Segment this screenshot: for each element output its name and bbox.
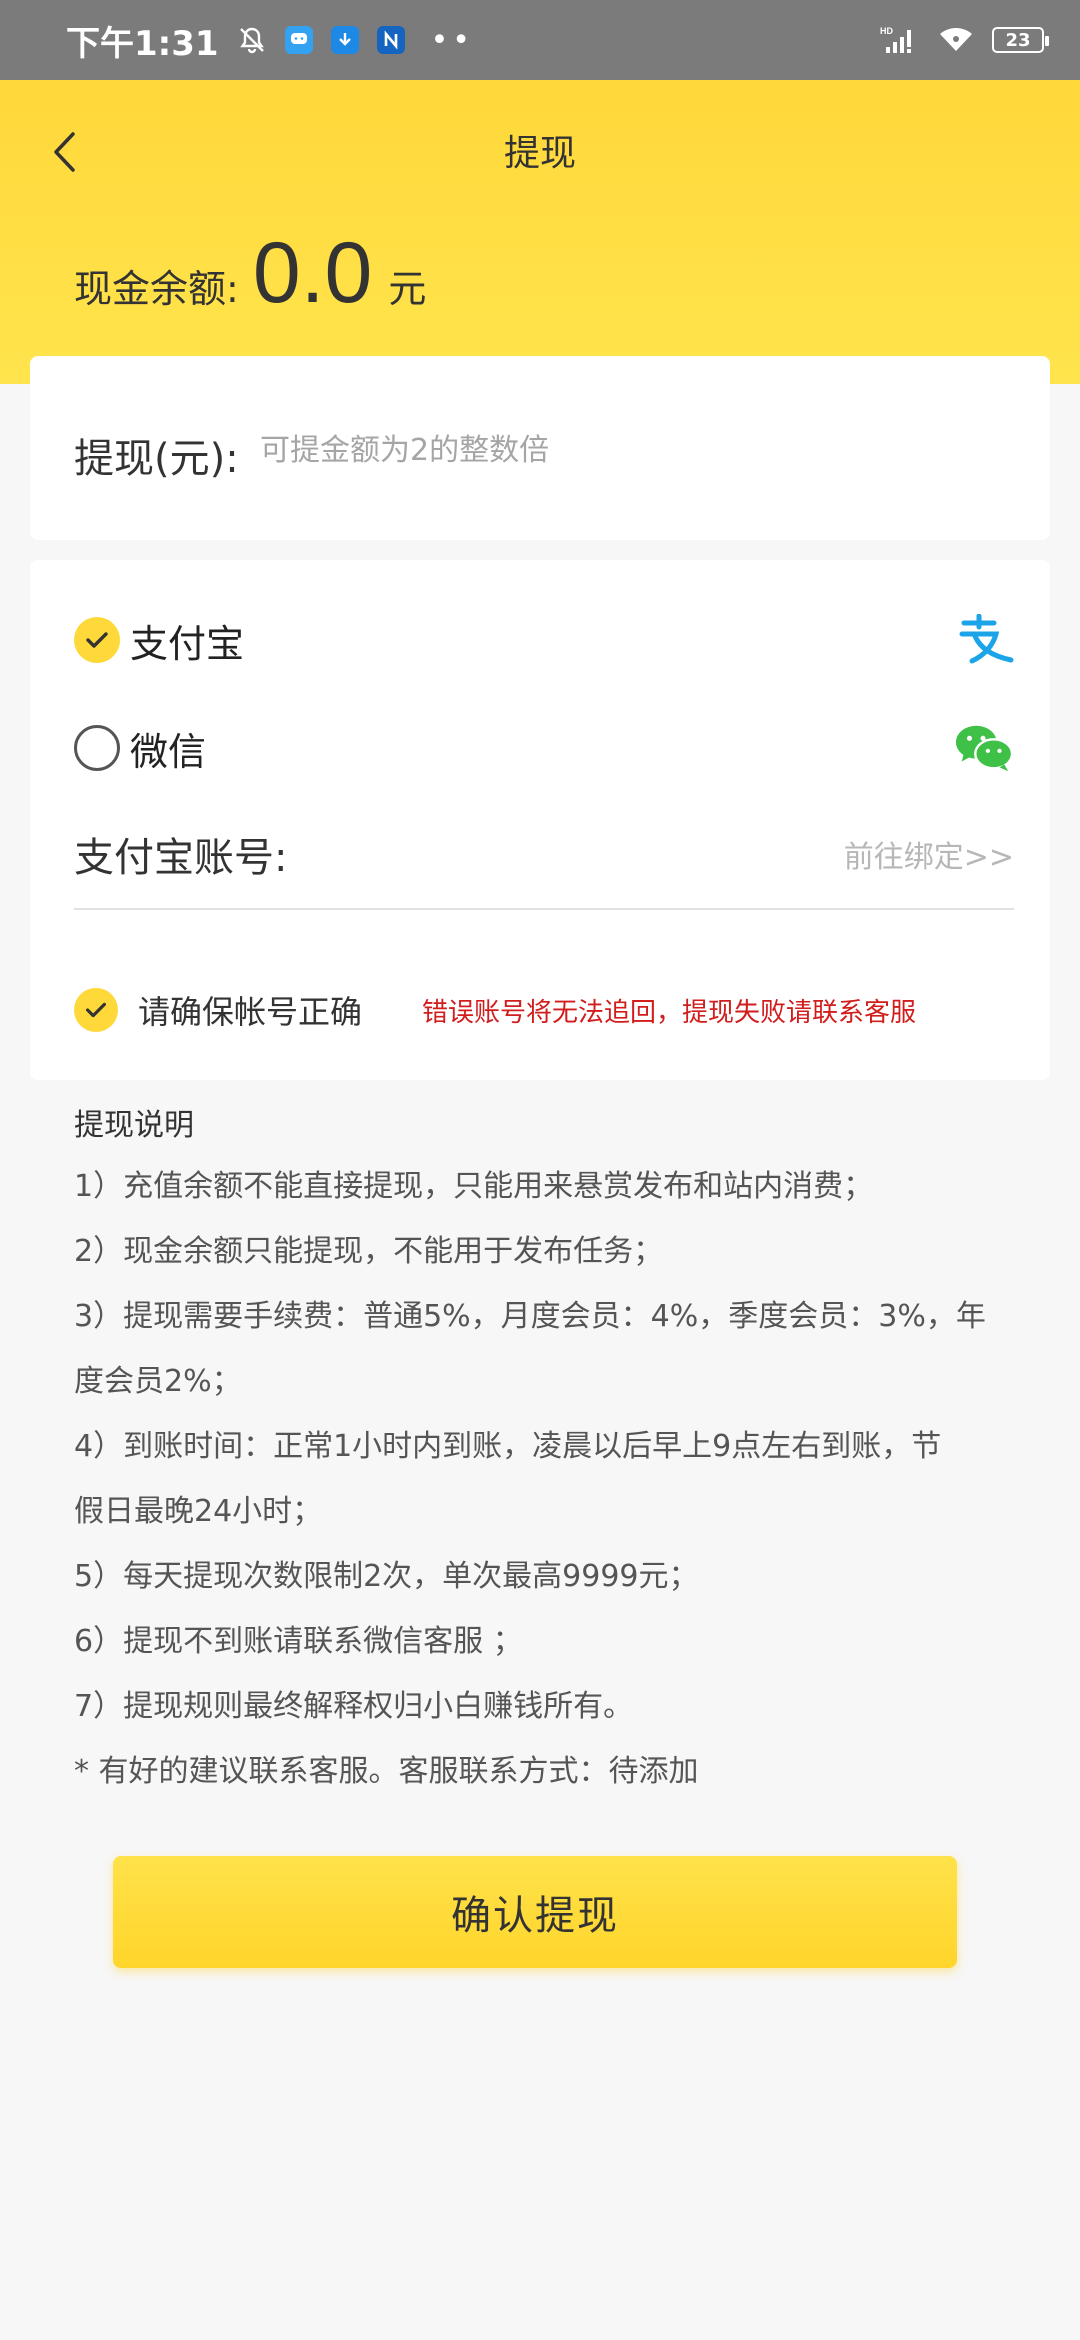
svg-text:HD: HD bbox=[880, 26, 893, 36]
confirm-withdraw-button[interactable]: 确认提现 bbox=[113, 1856, 957, 1968]
header: 提现 现金余额: 0.0 元 bbox=[0, 80, 1080, 384]
chat-app-icon bbox=[284, 26, 313, 54]
status-icons-left: •• bbox=[237, 23, 474, 58]
battery-icon: 23 bbox=[992, 27, 1049, 53]
status-time: 下午1:31 bbox=[66, 23, 219, 64]
check-icon bbox=[86, 1002, 106, 1018]
account-label: 支付宝账号: bbox=[74, 835, 288, 881]
wifi-icon bbox=[938, 25, 974, 55]
payment-card: 支付宝 微信 支付宝账号: 前往绑定>> 请确保帐号正确 错误账号将无法追回，提… bbox=[30, 560, 1050, 1080]
note-item: 7）提现规则最终解释权归小白赚钱所有。 bbox=[74, 1689, 634, 1724]
note-item: 度会员2%； bbox=[74, 1364, 242, 1399]
balance-unit: 元 bbox=[388, 267, 427, 311]
page-title: 提现 bbox=[503, 133, 576, 174]
check-icon bbox=[86, 632, 108, 648]
download-icon bbox=[330, 26, 359, 54]
more-notifications-icon: •• bbox=[430, 22, 474, 58]
amount-card: 提现(元): bbox=[30, 356, 1050, 540]
balance-value: 0.0 bbox=[252, 225, 373, 321]
note-item: 4）到账时间：正常1小时内到账，凌晨以后早上9点左右到账，节 bbox=[74, 1429, 942, 1464]
status-icons-right: HD 23 bbox=[880, 25, 1049, 55]
confirm-row: 请确保帐号正确 错误账号将无法追回，提现失败请联系客服 bbox=[74, 980, 1014, 1040]
note-item: 5）每天提现次数限制2次，单次最高9999元； bbox=[74, 1559, 699, 1594]
balance-row: 现金余额: 0.0 元 bbox=[74, 230, 426, 316]
alipay-radio-checked[interactable] bbox=[74, 617, 120, 663]
confirm-warning: 错误账号将无法追回，提现失败请联系客服 bbox=[422, 997, 917, 1028]
wechat-icon bbox=[954, 718, 1014, 778]
amount-input[interactable] bbox=[260, 422, 1000, 478]
alipay-icon bbox=[954, 610, 1014, 670]
confirm-checkbox[interactable] bbox=[74, 988, 118, 1032]
account-row: 支付宝账号: 前往绑定>> bbox=[74, 800, 1014, 910]
note-item: 3）提现需要手续费：普通5%，月度会员：4%，季度会员：3%，年 bbox=[74, 1299, 986, 1334]
note-item: 6）提现不到账请联系微信客服 ； bbox=[74, 1624, 523, 1659]
note-item: 1）充值余额不能直接提现，只能用来悬赏发布和站内消费； bbox=[74, 1169, 874, 1204]
wechat-label: 微信 bbox=[130, 729, 207, 774]
signal-icon: HD bbox=[880, 25, 920, 55]
note-item: * 有好的建议联系客服。客服联系方式：待添加 bbox=[74, 1754, 699, 1789]
payment-option-wechat[interactable]: 微信 bbox=[74, 708, 1014, 788]
note-item: 2）现金余额只能提现，不能用于发布任务； bbox=[74, 1234, 664, 1269]
n-app-icon bbox=[376, 26, 405, 54]
bind-account-link[interactable]: 前往绑定>> bbox=[844, 832, 1014, 876]
bell-muted-icon bbox=[237, 25, 267, 55]
wechat-radio[interactable] bbox=[74, 725, 120, 771]
amount-label: 提现(元): bbox=[74, 436, 239, 482]
status-bar: 下午1:31 •• HD 23 bbox=[0, 0, 1080, 80]
withdraw-notes: 提现说明 1）充值余额不能直接提现，只能用来悬赏发布和站内消费； 2）现金余额只… bbox=[74, 1100, 1014, 1804]
notes-list: 1）充值余额不能直接提现，只能用来悬赏发布和站内消费； 2）现金余额只能提现，不… bbox=[74, 1154, 1014, 1804]
notes-title: 提现说明 bbox=[74, 1108, 194, 1143]
payment-option-alipay[interactable]: 支付宝 bbox=[74, 600, 1014, 680]
confirm-label: 请确保帐号正确 bbox=[138, 993, 363, 1031]
balance-label: 现金余额: bbox=[74, 267, 239, 311]
alipay-label: 支付宝 bbox=[130, 621, 245, 666]
note-item: 假日最晚24小时； bbox=[74, 1494, 323, 1529]
